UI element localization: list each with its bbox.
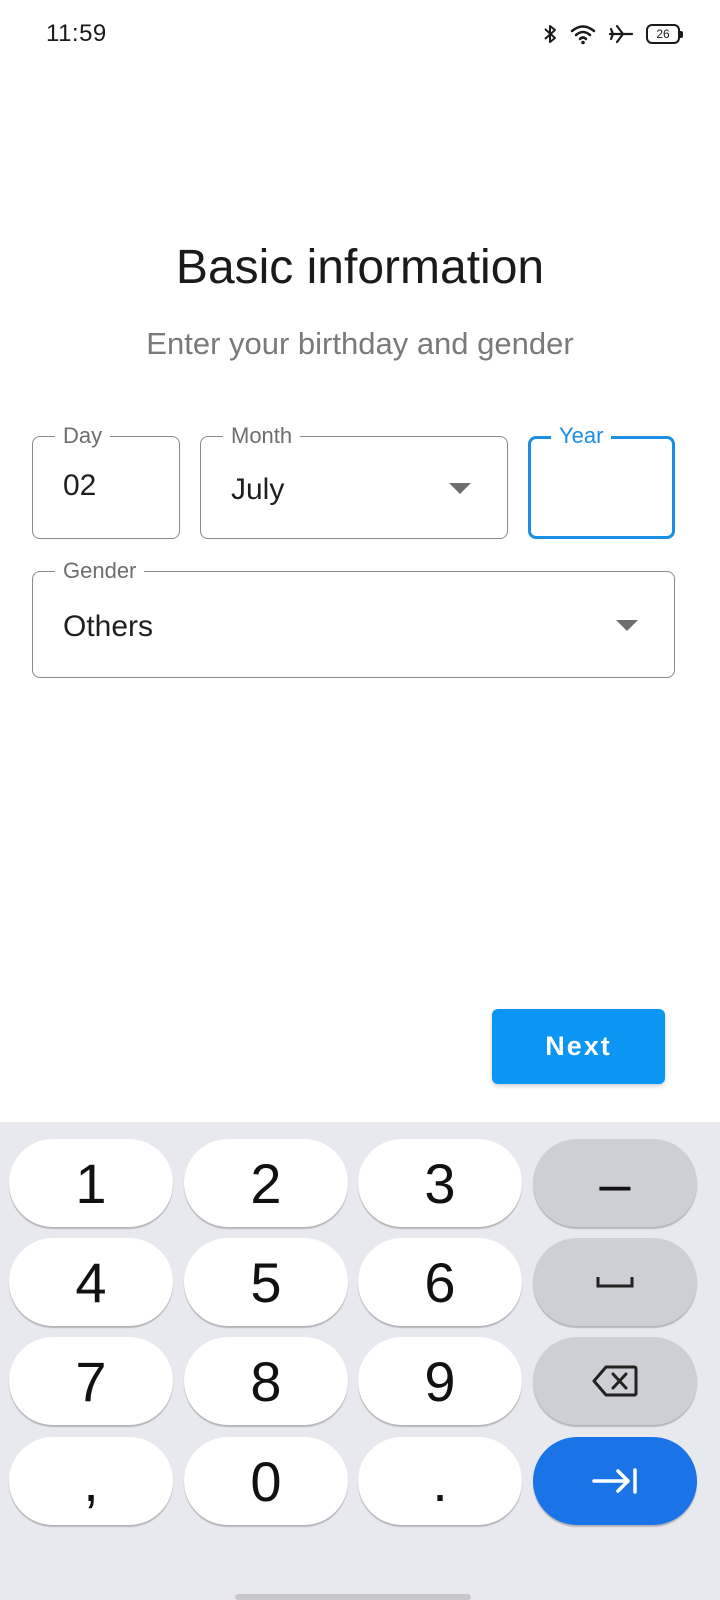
navigation-handle[interactable] xyxy=(235,1594,471,1600)
month-label: Month xyxy=(223,423,301,449)
year-label: Year xyxy=(551,423,612,449)
wifi-icon xyxy=(570,23,596,45)
key-4[interactable]: 4 xyxy=(9,1238,173,1326)
key-space[interactable] xyxy=(533,1238,697,1326)
key-5[interactable]: 5 xyxy=(184,1238,348,1326)
tab-next-icon xyxy=(592,1468,637,1494)
airplane-mode-icon xyxy=(608,23,634,45)
month-value: July xyxy=(231,473,285,506)
dropdown-arrow-icon xyxy=(616,620,638,631)
bluetooth-icon xyxy=(542,22,558,46)
year-field[interactable]: Year xyxy=(528,423,675,539)
screen: 11:59 26 Basic information Enter your bi… xyxy=(0,0,720,1600)
key-backspace[interactable] xyxy=(533,1337,697,1425)
backspace-icon xyxy=(592,1365,638,1397)
status-time: 11:59 xyxy=(46,20,107,47)
status-bar: 11:59 26 xyxy=(0,0,720,70)
day-field[interactable]: Day 02 xyxy=(32,423,180,539)
status-icons: 26 xyxy=(542,22,683,46)
key-6[interactable]: 6 xyxy=(358,1238,522,1326)
gender-label: Gender xyxy=(55,558,145,584)
month-dropdown[interactable]: Month July xyxy=(200,423,508,539)
key-8[interactable]: 8 xyxy=(184,1337,348,1425)
key-7[interactable]: 7 xyxy=(9,1337,173,1425)
key-1[interactable]: 1 xyxy=(9,1139,173,1227)
gender-value: Others xyxy=(63,610,154,643)
page-title: Basic information xyxy=(175,241,545,294)
space-icon xyxy=(596,1277,634,1288)
key-3[interactable]: 3 xyxy=(358,1139,522,1227)
key-next[interactable] xyxy=(533,1437,697,1525)
key-9[interactable]: 9 xyxy=(358,1337,522,1425)
gender-dropdown[interactable]: Gender Others xyxy=(32,558,675,678)
page-subtitle: Enter your birthday and gender xyxy=(146,326,574,361)
day-label: Day xyxy=(55,423,111,449)
battery-level: 26 xyxy=(656,27,670,41)
next-button[interactable]: Next xyxy=(492,1009,665,1084)
key-period[interactable]: . xyxy=(358,1437,522,1525)
numeric-keyboard: 1 2 3 – 4 5 6 7 8 9 , 0 . xyxy=(0,1122,720,1600)
key-dash[interactable]: – xyxy=(533,1139,697,1227)
battery-icon: 26 xyxy=(646,24,683,44)
day-value: 02 xyxy=(63,469,97,502)
key-2[interactable]: 2 xyxy=(184,1139,348,1227)
key-0[interactable]: 0 xyxy=(184,1437,348,1525)
dropdown-arrow-icon xyxy=(449,483,471,494)
key-comma[interactable]: , xyxy=(9,1437,173,1525)
